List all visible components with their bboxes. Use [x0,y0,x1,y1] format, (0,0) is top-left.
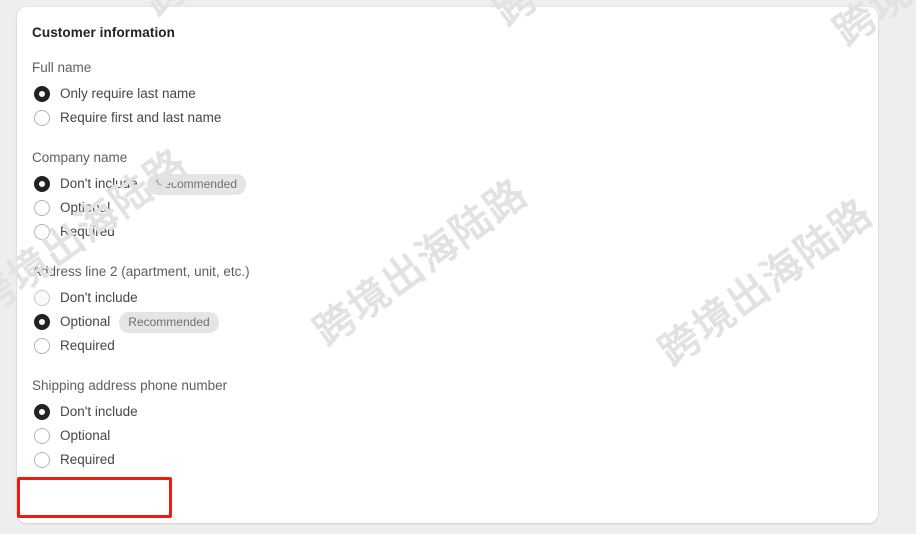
radio-option-row[interactable]: Optional Recommended [32,310,862,334]
radio-option-label: Required [60,224,115,239]
radio-option-row[interactable]: Required [32,220,862,244]
radio-option-row[interactable]: Required [32,334,862,358]
radio-button-icon[interactable] [34,338,50,354]
radio-button-selected-icon[interactable] [34,86,50,102]
radio-button-icon[interactable] [34,428,50,444]
radio-option-row[interactable]: Optional [32,196,862,220]
group-label: Company name [32,150,128,165]
recommended-badge: Recommended [146,173,246,195]
radio-option-row[interactable]: Don't include [32,286,862,310]
group-label: Shipping address phone number [32,378,228,393]
radio-option-row[interactable]: Require first and last name [32,106,862,130]
field-group: Full name Only require last name Require f… [32,59,862,130]
radio-option-label: Don't include [60,176,138,191]
recommended-badge: Recommended [119,311,219,333]
settings-groups: Full name Only require last name Require f… [32,59,862,472]
radio-option-row[interactable]: Optional [32,424,862,448]
radio-option-label: Required [60,452,115,467]
radio-button-icon[interactable] [34,224,50,240]
field-group: Company name Don't include Recommended Opti… [32,149,862,244]
radio-option-label: Only require last name [60,86,196,101]
page-title: Customer information [32,25,176,40]
radio-option-label: Optional [60,314,111,329]
radio-button-selected-icon[interactable] [34,314,50,330]
field-group: Address line 2 (apartment, unit, etc.) Do… [32,263,862,358]
radio-option-row[interactable]: Don't include Recommended [32,172,862,196]
customer-information-card: Customer information Full name Only requi… [17,7,878,523]
radio-button-icon[interactable] [34,110,50,126]
radio-button-icon[interactable] [34,200,50,216]
radio-option-label: Don't include [60,290,138,305]
group-label: Address line 2 (apartment, unit, etc.) [32,264,250,279]
radio-option-label: Optional [60,428,111,443]
radio-option-label: Don't include [60,404,138,419]
radio-option-row[interactable]: Required [32,448,862,472]
radio-button-icon[interactable] [34,290,50,306]
radio-option-row[interactable]: Only require last name [32,82,862,106]
radio-option-label: Optional [60,200,111,215]
radio-option-label: Required [60,338,115,353]
radio-button-selected-icon[interactable] [34,176,50,192]
radio-button-icon[interactable] [34,452,50,468]
field-group: Shipping address phone number Don't inclu… [32,377,862,472]
group-label: Full name [32,60,92,75]
radio-option-row[interactable]: Don't include [32,400,862,424]
radio-option-label: Require first and last name [60,110,222,125]
radio-button-selected-icon[interactable] [34,404,50,420]
